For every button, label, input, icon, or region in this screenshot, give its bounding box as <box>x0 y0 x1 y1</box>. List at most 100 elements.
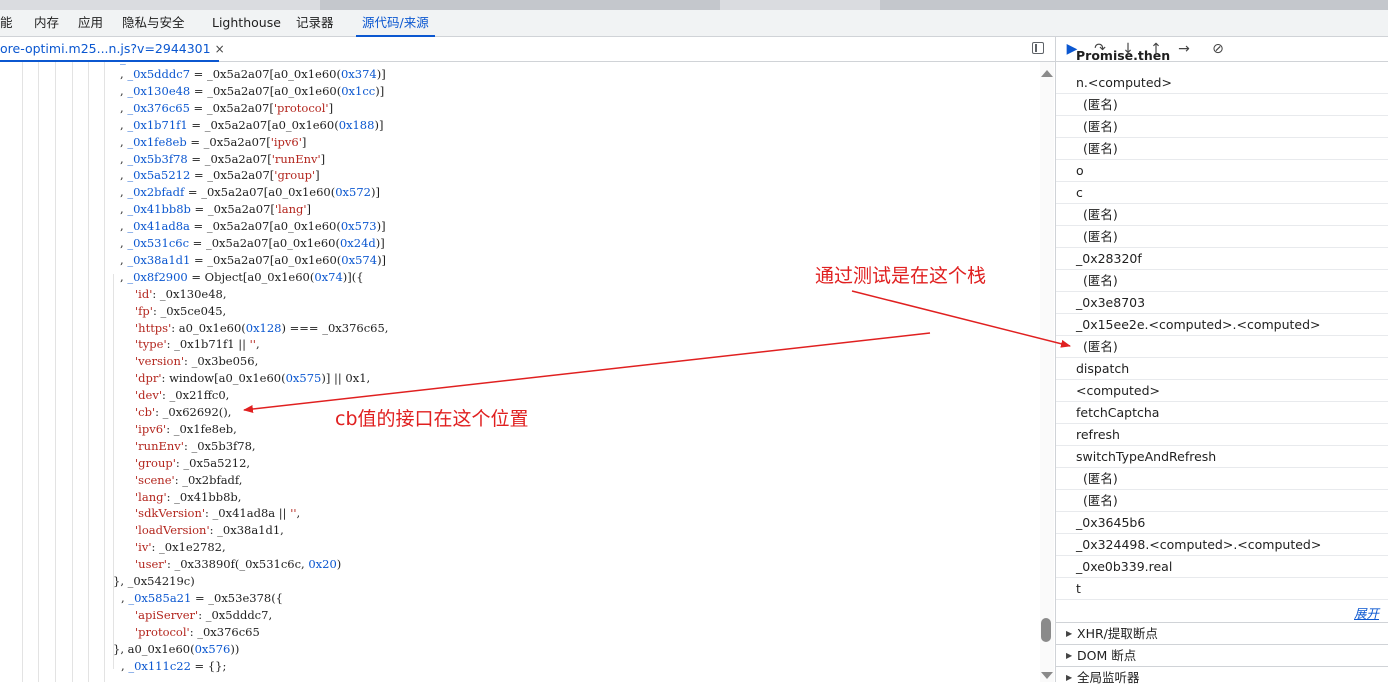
call-frame-label: (匿名) <box>1083 493 1118 508</box>
code-line: 'scene': _0x2bfadf, <box>135 472 243 487</box>
call-frame-label: n.<computed> <box>1076 75 1172 90</box>
indent-guide <box>113 274 114 669</box>
call-frame[interactable]: fetchCaptcha <box>1056 402 1388 424</box>
code-line: 'runEnv': _0x5b3f78, <box>135 438 256 453</box>
tab-lighthouse[interactable]: Lighthouse <box>212 10 281 36</box>
code-line: 'version': _0x3be056, <box>135 354 259 369</box>
expand-link[interactable]: 展开 <box>1354 603 1379 622</box>
call-frame-label: _0x3645b6 <box>1076 515 1146 530</box>
code-line: 'sdkVersion': _0x41ad8a || '', <box>135 506 301 521</box>
call-frame[interactable]: (匿名) <box>1056 468 1388 490</box>
code-line: , _0x41ad8a = _0x5a2a07[a0_0x1e60(0x573)… <box>120 219 386 234</box>
source-file-tabbar: ore-optimi.m25...n.js?v=2944301 × <box>0 37 1055 62</box>
code-line: 'dpr': window[a0_0x1e60(0x575)] || 0x1, <box>135 371 371 386</box>
call-frame-label: _0x28320f <box>1076 251 1142 266</box>
devtools-main-tabbar: 能 内存 应用 隐私与安全 Lighthouse 记录器 源代码/来源 <box>0 10 1388 37</box>
indent-guide <box>104 62 105 682</box>
call-frame[interactable]: refresh <box>1056 424 1388 446</box>
indent-guide <box>38 62 39 682</box>
call-frame-label: _0xe0b339.real <box>1076 559 1173 574</box>
call-frame[interactable]: _0x324498.<computed>.<computed> <box>1056 534 1388 556</box>
code-line: , _0x5b3f78 = _0x5a2a07['runEnv'] <box>120 151 326 166</box>
call-frame[interactable]: (匿名) <box>1056 336 1388 358</box>
indent-guide <box>72 62 73 682</box>
call-frame[interactable]: (匿名) <box>1056 270 1388 292</box>
file-tab-label: ore-optimi.m25...n.js?v=2944301 <box>0 41 211 56</box>
code-line: 'lang': _0x41bb8b, <box>135 489 242 504</box>
triangle-right-icon: ▶ <box>1066 673 1073 682</box>
browser-top-strip <box>0 0 1388 10</box>
triangle-right-icon: ▶ <box>1066 629 1073 638</box>
call-frame-label: (匿名) <box>1083 119 1118 134</box>
call-frame[interactable]: _0x15ee2e.<computed>.<computed> <box>1056 314 1388 336</box>
call-frame-label: switchTypeAndRefresh <box>1076 449 1217 464</box>
call-frame[interactable]: (匿名) <box>1056 204 1388 226</box>
section-global-listeners[interactable]: ▶ 全局监听器 <box>1056 666 1388 688</box>
triangle-right-icon: ▶ <box>1066 651 1073 660</box>
call-frame[interactable]: c <box>1056 182 1388 204</box>
tab-application[interactable]: 应用 <box>78 10 103 36</box>
stack-annotation: 通过测试是在这个栈 <box>815 265 987 287</box>
close-icon[interactable]: × <box>215 42 225 56</box>
call-frame[interactable]: n.<computed> <box>1056 72 1388 94</box>
scroll-down-icon[interactable] <box>1041 672 1053 679</box>
code-line: 'https': a0_0x1e60(0x128) === _0x376c65, <box>135 320 389 335</box>
tab-recorder[interactable]: 记录器 <box>296 10 334 36</box>
tab-privacy-security[interactable]: 隐私与安全 <box>122 10 185 36</box>
tab-strip-block <box>320 0 720 10</box>
code-line: , _0x1b71f1 = _0x5a2a07[a0_0x1e60(0x188)… <box>120 117 384 132</box>
code-line: }, _0x54219c) <box>113 574 195 588</box>
call-frame[interactable]: dispatch <box>1056 358 1388 380</box>
call-frame[interactable]: (匿名) <box>1056 94 1388 116</box>
call-frame[interactable]: (匿名) <box>1056 138 1388 160</box>
call-frame-label: fetchCaptcha <box>1076 405 1160 420</box>
section-dom-breakpoints[interactable]: ▶ DOM 断点 <box>1056 644 1388 666</box>
call-frame[interactable]: t <box>1056 578 1388 600</box>
code-line: 'ipv6': _0x1fe8eb, <box>135 421 237 436</box>
code-line: 'user': _0x33890f(_0x531c6c, 0x20) <box>135 557 342 572</box>
call-frame-label: <computed> <box>1076 383 1161 398</box>
call-frame-label: o <box>1076 163 1084 178</box>
call-frame[interactable]: _0x3645b6 <box>1056 512 1388 534</box>
code-line: 'protocol': _0x376c65 <box>135 624 260 639</box>
code-line: 'loadVersion': _0x38a1d1, <box>135 523 284 538</box>
indent-guide <box>55 62 56 682</box>
call-frame-label: c <box>1076 185 1083 200</box>
call-frame-label: _0x3e8703 <box>1076 295 1146 310</box>
code-line: , _0x1fe8eb = _0x5a2a07['ipv6'] <box>120 134 307 149</box>
call-frame[interactable]: _0x28320f <box>1056 248 1388 270</box>
toggle-debugger-sidebar-icon[interactable] <box>1032 42 1044 54</box>
call-frame[interactable]: _0xe0b339.real <box>1056 556 1388 578</box>
call-frame[interactable]: (匿名) <box>1056 226 1388 248</box>
code-line: 'iv': _0x1e2782, <box>135 540 226 555</box>
call-frame[interactable]: <computed> <box>1056 380 1388 402</box>
code-line: 'dev': _0x21ffc0, <box>135 388 230 403</box>
tab-memory[interactable]: 内存 <box>34 10 59 36</box>
call-frame-label: (匿名) <box>1083 229 1118 244</box>
call-frame-label: (匿名) <box>1083 273 1118 288</box>
call-frame-label: (匿名) <box>1083 97 1118 112</box>
call-frame-label: _0x15ee2e.<computed>.<computed> <box>1076 317 1321 332</box>
call-frame-label: (匿名) <box>1083 207 1118 222</box>
call-frame-label: (匿名) <box>1083 339 1118 354</box>
tab-strip-block <box>880 0 1388 10</box>
code-line: , _0x531c6c = _0x5a2a07[a0_0x1e60(0x24d)… <box>120 236 385 250</box>
call-frame[interactable]: (匿名) <box>1056 490 1388 512</box>
code-line: , _0x376c65 = _0x5a2a07['protocol'] <box>120 100 334 115</box>
code-editor[interactable]: _0x5a2a07, _0x5dddc7 = _0x5a2a07[a0_0x1e… <box>0 62 1040 682</box>
code-line: 'type': _0x1b71f1 || '', <box>135 337 260 352</box>
file-tab[interactable]: ore-optimi.m25...n.js?v=2944301 × <box>0 37 225 62</box>
call-frame-label: (匿名) <box>1083 471 1118 486</box>
call-frame[interactable]: switchTypeAndRefresh <box>1056 446 1388 468</box>
code-line: 'apiServer': _0x5dddc7, <box>135 607 273 622</box>
call-frame[interactable]: _0x3e8703 <box>1056 292 1388 314</box>
scroll-up-icon[interactable] <box>1041 70 1053 77</box>
scrollbar-thumb[interactable] <box>1041 618 1051 642</box>
indent-guide <box>88 62 89 682</box>
tab-sources[interactable]: 源代码/来源 <box>356 10 435 37</box>
call-frame[interactable]: (匿名) <box>1056 116 1388 138</box>
tab-performance[interactable]: 能 <box>0 10 13 36</box>
section-xhr-breakpoints[interactable]: ▶ XHR/提取断点 <box>1056 622 1388 644</box>
editor-scrollbar[interactable] <box>1040 62 1054 682</box>
call-frame[interactable]: o <box>1056 160 1388 182</box>
